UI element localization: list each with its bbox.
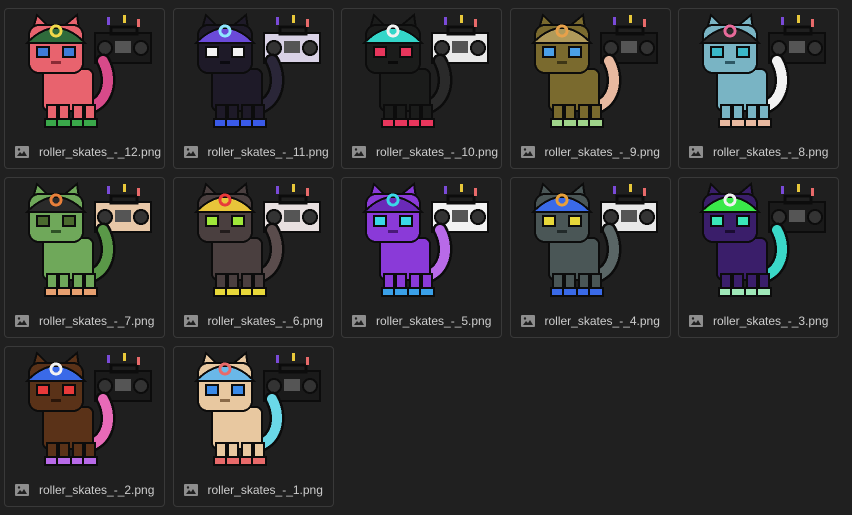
- file-tile[interactable]: roller_skates_-_9.png: [509, 8, 671, 169]
- pixel-art-cat-image: [24, 182, 152, 297]
- file-name: roller_skates_-_12.png: [39, 145, 162, 159]
- file-caption: roller_skates_-_2.png: [5, 474, 164, 506]
- file-tile[interactable]: roller_skates_-_5.png: [341, 177, 502, 338]
- file-name: roller_skates_-_2.png: [39, 483, 155, 497]
- file-tile[interactable]: roller_skates_-_2.png: [4, 346, 165, 507]
- file-tile[interactable]: roller_skates_-_8.png: [678, 8, 839, 169]
- file-thumbnail: [176, 180, 331, 306]
- file-tile[interactable]: roller_skates_-_7.png: [4, 177, 165, 338]
- pixel-art-cat-image: [24, 351, 152, 466]
- image-file-icon: [14, 482, 30, 498]
- file-name: roller_skates_-_3.png: [713, 314, 829, 328]
- file-caption: roller_skates_-_1.png: [174, 474, 333, 506]
- image-file-icon: [183, 313, 199, 329]
- image-file-icon: [520, 144, 536, 160]
- file-tile[interactable]: roller_skates_-_3.png: [678, 177, 839, 338]
- file-name: roller_skates_-_8.png: [713, 145, 829, 159]
- file-tile[interactable]: roller_skates_-_11.png: [172, 8, 334, 169]
- file-caption: roller_skates_-_9.png: [511, 136, 670, 168]
- file-thumbnail: [176, 349, 331, 475]
- image-file-icon: [183, 482, 199, 498]
- file-name: roller_skates_-_7.png: [39, 314, 155, 328]
- file-caption: roller_skates_-_4.png: [511, 305, 670, 337]
- pixel-art-cat-image: [24, 13, 152, 128]
- file-name: roller_skates_-_9.png: [544, 145, 660, 159]
- pixel-art-cat-image: [193, 13, 321, 128]
- file-name: roller_skates_-_10.png: [376, 145, 499, 159]
- file-name: roller_skates_-_1.png: [207, 483, 323, 497]
- file-tile[interactable]: roller_skates_-_1.png: [172, 346, 334, 507]
- pixel-art-cat-image: [698, 13, 826, 128]
- pixel-art-cat-image: [193, 182, 321, 297]
- image-file-icon: [183, 144, 199, 160]
- file-thumbnail: [344, 180, 499, 306]
- image-file-icon: [14, 313, 30, 329]
- file-thumbnail: [513, 11, 668, 137]
- file-thumbnail: [176, 11, 331, 137]
- file-grid: roller_skates_-_12.png roller_skates_-_11…: [4, 8, 839, 507]
- pixel-art-cat-image: [361, 13, 489, 128]
- file-name: roller_skates_-_6.png: [207, 314, 323, 328]
- file-name: roller_skates_-_5.png: [376, 314, 492, 328]
- pixel-art-cat-image: [361, 182, 489, 297]
- image-file-icon: [14, 144, 30, 160]
- file-caption: roller_skates_-_8.png: [679, 136, 838, 168]
- pixel-art-cat-image: [530, 13, 658, 128]
- image-file-icon: [688, 144, 704, 160]
- file-tile[interactable]: roller_skates_-_4.png: [509, 177, 671, 338]
- file-tile[interactable]: roller_skates_-_10.png: [341, 8, 502, 169]
- file-caption: roller_skates_-_3.png: [679, 305, 838, 337]
- pixel-art-cat-image: [530, 182, 658, 297]
- image-file-icon: [688, 313, 704, 329]
- file-thumbnail: [7, 180, 162, 306]
- file-thumbnail: [7, 349, 162, 475]
- image-file-icon: [351, 313, 367, 329]
- image-file-icon: [520, 313, 536, 329]
- image-file-icon: [351, 144, 367, 160]
- file-caption: roller_skates_-_12.png: [5, 136, 164, 168]
- file-caption: roller_skates_-_11.png: [174, 136, 333, 168]
- file-caption: roller_skates_-_7.png: [5, 305, 164, 337]
- pixel-art-cat-image: [193, 351, 321, 466]
- file-tile[interactable]: roller_skates_-_6.png: [172, 177, 334, 338]
- file-name: roller_skates_-_11.png: [207, 145, 329, 159]
- file-name: roller_skates_-_4.png: [544, 314, 660, 328]
- file-caption: roller_skates_-_10.png: [342, 136, 501, 168]
- file-thumbnail: [681, 180, 836, 306]
- file-caption: roller_skates_-_6.png: [174, 305, 333, 337]
- file-thumbnail: [513, 180, 668, 306]
- file-thumbnail: [344, 11, 499, 137]
- file-tile[interactable]: roller_skates_-_12.png: [4, 8, 165, 169]
- file-caption: roller_skates_-_5.png: [342, 305, 501, 337]
- file-thumbnail: [7, 11, 162, 137]
- file-thumbnail: [681, 11, 836, 137]
- pixel-art-cat-image: [698, 182, 826, 297]
